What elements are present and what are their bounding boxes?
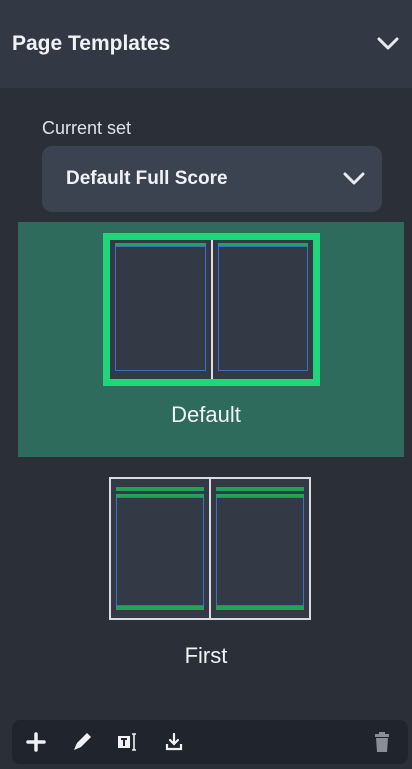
- delete-trash-icon[interactable]: [368, 728, 396, 756]
- music-frame: [217, 246, 308, 371]
- import-icon[interactable]: [160, 728, 188, 756]
- page-thumbnail-right: [210, 240, 313, 379]
- template-thumbnail-first[interactable]: [109, 477, 311, 620]
- current-set-value: Default Full Score: [66, 168, 228, 189]
- page-thumbnail-left: [111, 479, 209, 618]
- footer-frame: [116, 606, 204, 610]
- header-frame: [216, 487, 304, 491]
- template-toolbar: [12, 720, 408, 764]
- current-set-dropdown[interactable]: Default Full Score: [42, 146, 382, 212]
- template-label-default: Default: [171, 402, 241, 427]
- footer-frame: [216, 606, 304, 610]
- music-frame: [116, 497, 204, 606]
- page-thumbnail-left: [110, 240, 211, 379]
- header-frame: [116, 487, 204, 491]
- page-thumbnail-right: [209, 479, 309, 618]
- edit-pencil-icon[interactable]: [68, 728, 96, 756]
- panel-header[interactable]: Page Templates: [0, 0, 412, 88]
- music-frame: [115, 246, 206, 371]
- chevron-down-icon: [342, 167, 366, 191]
- current-set-label: Current set: [42, 118, 132, 138]
- template-label-first: First: [184, 643, 228, 668]
- music-frame: [216, 497, 304, 606]
- add-icon[interactable]: [22, 728, 50, 756]
- panel-title: Page Templates: [12, 32, 171, 55]
- rename-text-icon[interactable]: [114, 728, 142, 756]
- chevron-down-icon[interactable]: [376, 32, 400, 56]
- template-thumbnail-default[interactable]: [103, 233, 320, 386]
